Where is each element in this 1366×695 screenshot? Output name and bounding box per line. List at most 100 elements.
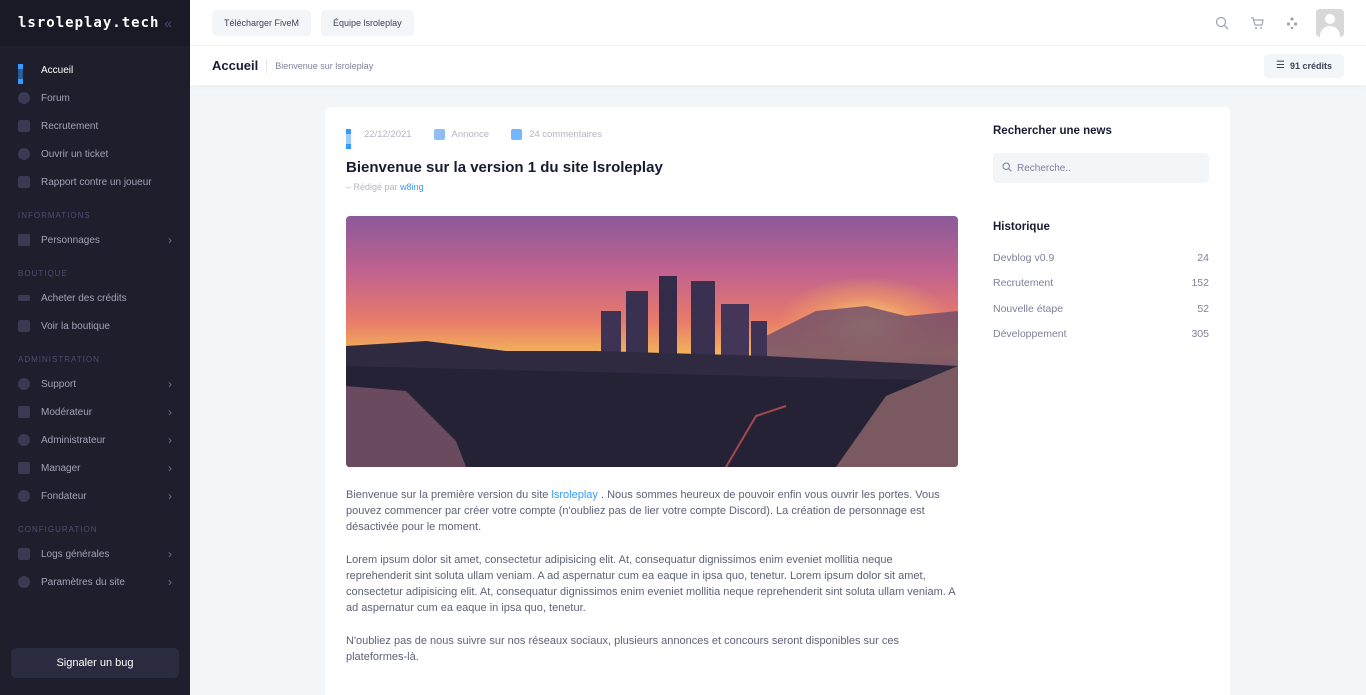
search-icon[interactable]	[1211, 12, 1233, 34]
chevron-right-icon: ›	[168, 489, 172, 503]
info-icon	[18, 148, 30, 160]
credits-label: 91 crédits	[1289, 60, 1332, 71]
topbar: Télécharger FiveM Équipe lsroleplay	[190, 0, 1366, 46]
recruit-icon	[18, 120, 30, 132]
comment-icon	[511, 128, 523, 140]
section-title-informations: INFORMATIONS	[18, 210, 91, 220]
history-item-count: 152	[1191, 277, 1209, 290]
sidebar-item-label: Accueil	[41, 64, 74, 76]
crown-icon	[18, 490, 30, 502]
post-paragraph-2: Lorem ipsum dolor sit amet, consectetur …	[346, 554, 955, 614]
sidebar-item-parametres[interactable]: Paramètres du site ›	[0, 568, 190, 596]
report-icon	[18, 176, 30, 188]
post-meta: 22/12/2021 Annonce 24 commentaires	[346, 127, 958, 149]
sidebar-item-administrateur[interactable]: Administrateur ›	[0, 426, 190, 454]
sidebar-item-fondateur[interactable]: Fondateur ›	[0, 482, 190, 510]
avatar[interactable]	[1316, 8, 1344, 37]
sidebar-item-label: Ouvrir un ticket	[41, 148, 109, 160]
subheader: Accueil Bienvenue sur lsroleplay ☰ 91 cr…	[190, 46, 1366, 85]
chevron-right-icon: ›	[168, 461, 172, 475]
sidebar-item-forum[interactable]: Forum	[0, 84, 190, 112]
history-item[interactable]: Nouvelle étape 52	[993, 296, 1209, 322]
section-title-configuration: CONFIGURATION	[18, 524, 98, 534]
sidebar-item-label: Manager	[41, 462, 81, 474]
site-link[interactable]: lsroleplay	[551, 489, 597, 501]
chevron-right-icon: ›	[168, 547, 172, 561]
sidebar-item-rapport[interactable]: Rapport contre un joueur	[0, 168, 190, 196]
history-list: Devblog v0.9 24 Recrutement 152 Nouvelle é…	[993, 245, 1209, 347]
section-title-administration: ADMINISTRATION	[18, 354, 100, 364]
news-sidebar: Rechercher une news Historique Devblog v…	[993, 125, 1209, 347]
news-post: 22/12/2021 Annonce 24 commentaires Bienv…	[346, 127, 958, 682]
sidebar-item-acheter-credits[interactable]: Acheter des crédits	[0, 284, 190, 312]
post-category-text: Annonce	[451, 128, 490, 140]
user-head-shape	[1325, 13, 1335, 24]
author-prefix: – Rédigé par	[346, 182, 398, 192]
sidebar-item-personnages[interactable]: Personnages ›	[0, 226, 190, 254]
post-paragraph-3: N'oubliez pas de nous suivre sur nos rés…	[346, 635, 900, 663]
sidebar-item-ticket[interactable]: Ouvrir un ticket	[0, 140, 190, 168]
history-item-name: Recrutement	[993, 277, 1054, 290]
history-item[interactable]: Recrutement 152	[993, 271, 1209, 297]
chevron-right-icon: ›	[168, 575, 172, 589]
sidebar-menu: Accueil Forum Recrutement Ouvrir un tick…	[0, 46, 190, 596]
history-item[interactable]: Devblog v0.9 24	[993, 245, 1209, 271]
history-item-name: Nouvelle étape	[993, 302, 1064, 315]
download-fivem-button[interactable]: Télécharger FiveM	[212, 9, 312, 36]
history-item-name: Développement	[993, 328, 1067, 341]
sidebar-item-recrutement[interactable]: Recrutement	[0, 112, 190, 140]
post-date-text: 22/12/2021	[364, 128, 412, 140]
sidebar-item-manager[interactable]: Manager ›	[0, 454, 190, 482]
search-box	[993, 153, 1209, 183]
author-link[interactable]: w8ing	[400, 182, 424, 192]
sidebar-item-label: Forum	[41, 92, 70, 104]
tag-icon	[433, 128, 445, 140]
post-title[interactable]: Bienvenue sur la version 1 du site lsrol…	[346, 159, 958, 176]
post-body: Bienvenue sur la première version du sit…	[346, 487, 958, 665]
sidebar-item-label: Voir la boutique	[41, 320, 110, 332]
city-skyline-shape	[346, 276, 958, 467]
history-item[interactable]: Développement 305	[993, 322, 1209, 348]
post-paragraph-1: Bienvenue sur la première version du sit…	[346, 487, 958, 535]
lifebuoy-icon	[18, 378, 30, 390]
cart-icon[interactable]	[1246, 12, 1268, 34]
sidebar-item-label: Modérateur	[41, 406, 93, 418]
brand-logo[interactable]: lsroleplay.tech	[18, 15, 159, 31]
sidebar-item-logs[interactable]: Logs générales ›	[0, 540, 190, 568]
sparkle-icon[interactable]	[1281, 12, 1303, 34]
chevron-right-icon: ›	[168, 233, 172, 247]
post-comments-text: 24 commentaires	[529, 128, 602, 140]
team-button[interactable]: Équipe lsroleplay	[321, 9, 414, 36]
wallet-icon	[18, 320, 30, 332]
gear-icon	[18, 576, 30, 588]
sidebar-item-label: Paramètres du site	[41, 576, 125, 588]
user-body-shape	[1320, 25, 1340, 37]
dashboard-icon	[18, 64, 30, 84]
report-bug-button[interactable]: Signaler un bug	[11, 648, 179, 678]
post-author: – Rédigé par w8ing	[346, 182, 958, 192]
credits-button[interactable]: ☰ 91 crédits	[1264, 53, 1344, 78]
sidebar-item-moderateur[interactable]: Modérateur ›	[0, 398, 190, 426]
double-chevron-left-icon[interactable]: «	[164, 15, 172, 31]
calendar-icon	[346, 128, 357, 149]
sidebar-item-support[interactable]: Support ›	[0, 370, 190, 398]
post-hero-image	[346, 216, 958, 467]
sidebar-item-label: Administrateur	[41, 434, 106, 446]
handshake-icon	[18, 462, 30, 474]
search-title: Rechercher une news	[993, 125, 1112, 137]
document-icon	[18, 548, 30, 560]
sidebar-item-boutique[interactable]: Voir la boutique	[0, 312, 190, 340]
topbar-icons	[1198, 8, 1344, 37]
wrench-icon	[18, 234, 30, 246]
graduation-cap-icon	[18, 406, 30, 418]
sidebar-item-label: Logs générales	[41, 548, 110, 560]
chevron-right-icon: ›	[168, 405, 172, 419]
post-date: 22/12/2021	[346, 128, 412, 149]
post-category[interactable]: Annonce	[433, 128, 490, 140]
news-search-input[interactable]	[1017, 162, 1200, 174]
history-title: Historique	[993, 221, 1050, 233]
sidebar-item-accueil[interactable]: Accueil	[0, 56, 190, 84]
chevron-right-icon: ›	[168, 377, 172, 391]
history-item-count: 24	[1197, 251, 1209, 264]
post-comments[interactable]: 24 commentaires	[511, 128, 602, 140]
